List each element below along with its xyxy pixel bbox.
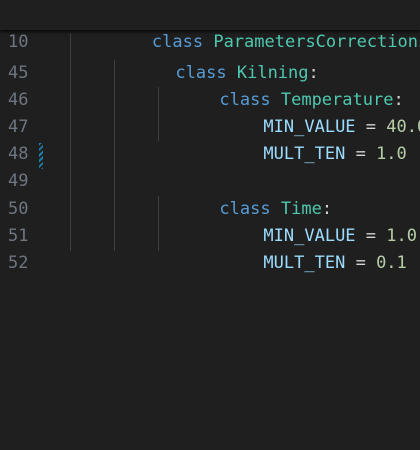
code-line[interactable]: 51 MIN_VALUE = 1.0 <box>0 196 420 246</box>
line-number: 52 <box>8 253 29 273</box>
code-line[interactable]: 47 MIN_VALUE = 40.0 <box>0 87 420 137</box>
class-name: ParametersCorrections <box>213 32 420 52</box>
code-editor[interactable]: 10 class ParametersCorrections: 45 class… <box>0 0 420 450</box>
variable-name: MULT_TEN <box>263 253 346 273</box>
code-line[interactable]: 50 class Time: <box>0 169 420 219</box>
code-line[interactable]: 48 MULT_TEN = 1.0 <box>0 114 420 164</box>
number-literal: 0.1 <box>376 253 407 273</box>
sticky-scroll-header[interactable]: 10 class ParametersCorrections: <box>0 0 420 52</box>
line-number: 10 <box>8 32 29 52</box>
code-line[interactable]: 52 MULT_TEN = 0.1 <box>0 223 420 273</box>
code-line[interactable]: 49 <box>0 141 420 191</box>
sticky-line[interactable]: 10 class ParametersCorrections: <box>0 2 420 52</box>
assign-operator: = <box>355 253 366 273</box>
keyword-class: class <box>151 32 204 52</box>
